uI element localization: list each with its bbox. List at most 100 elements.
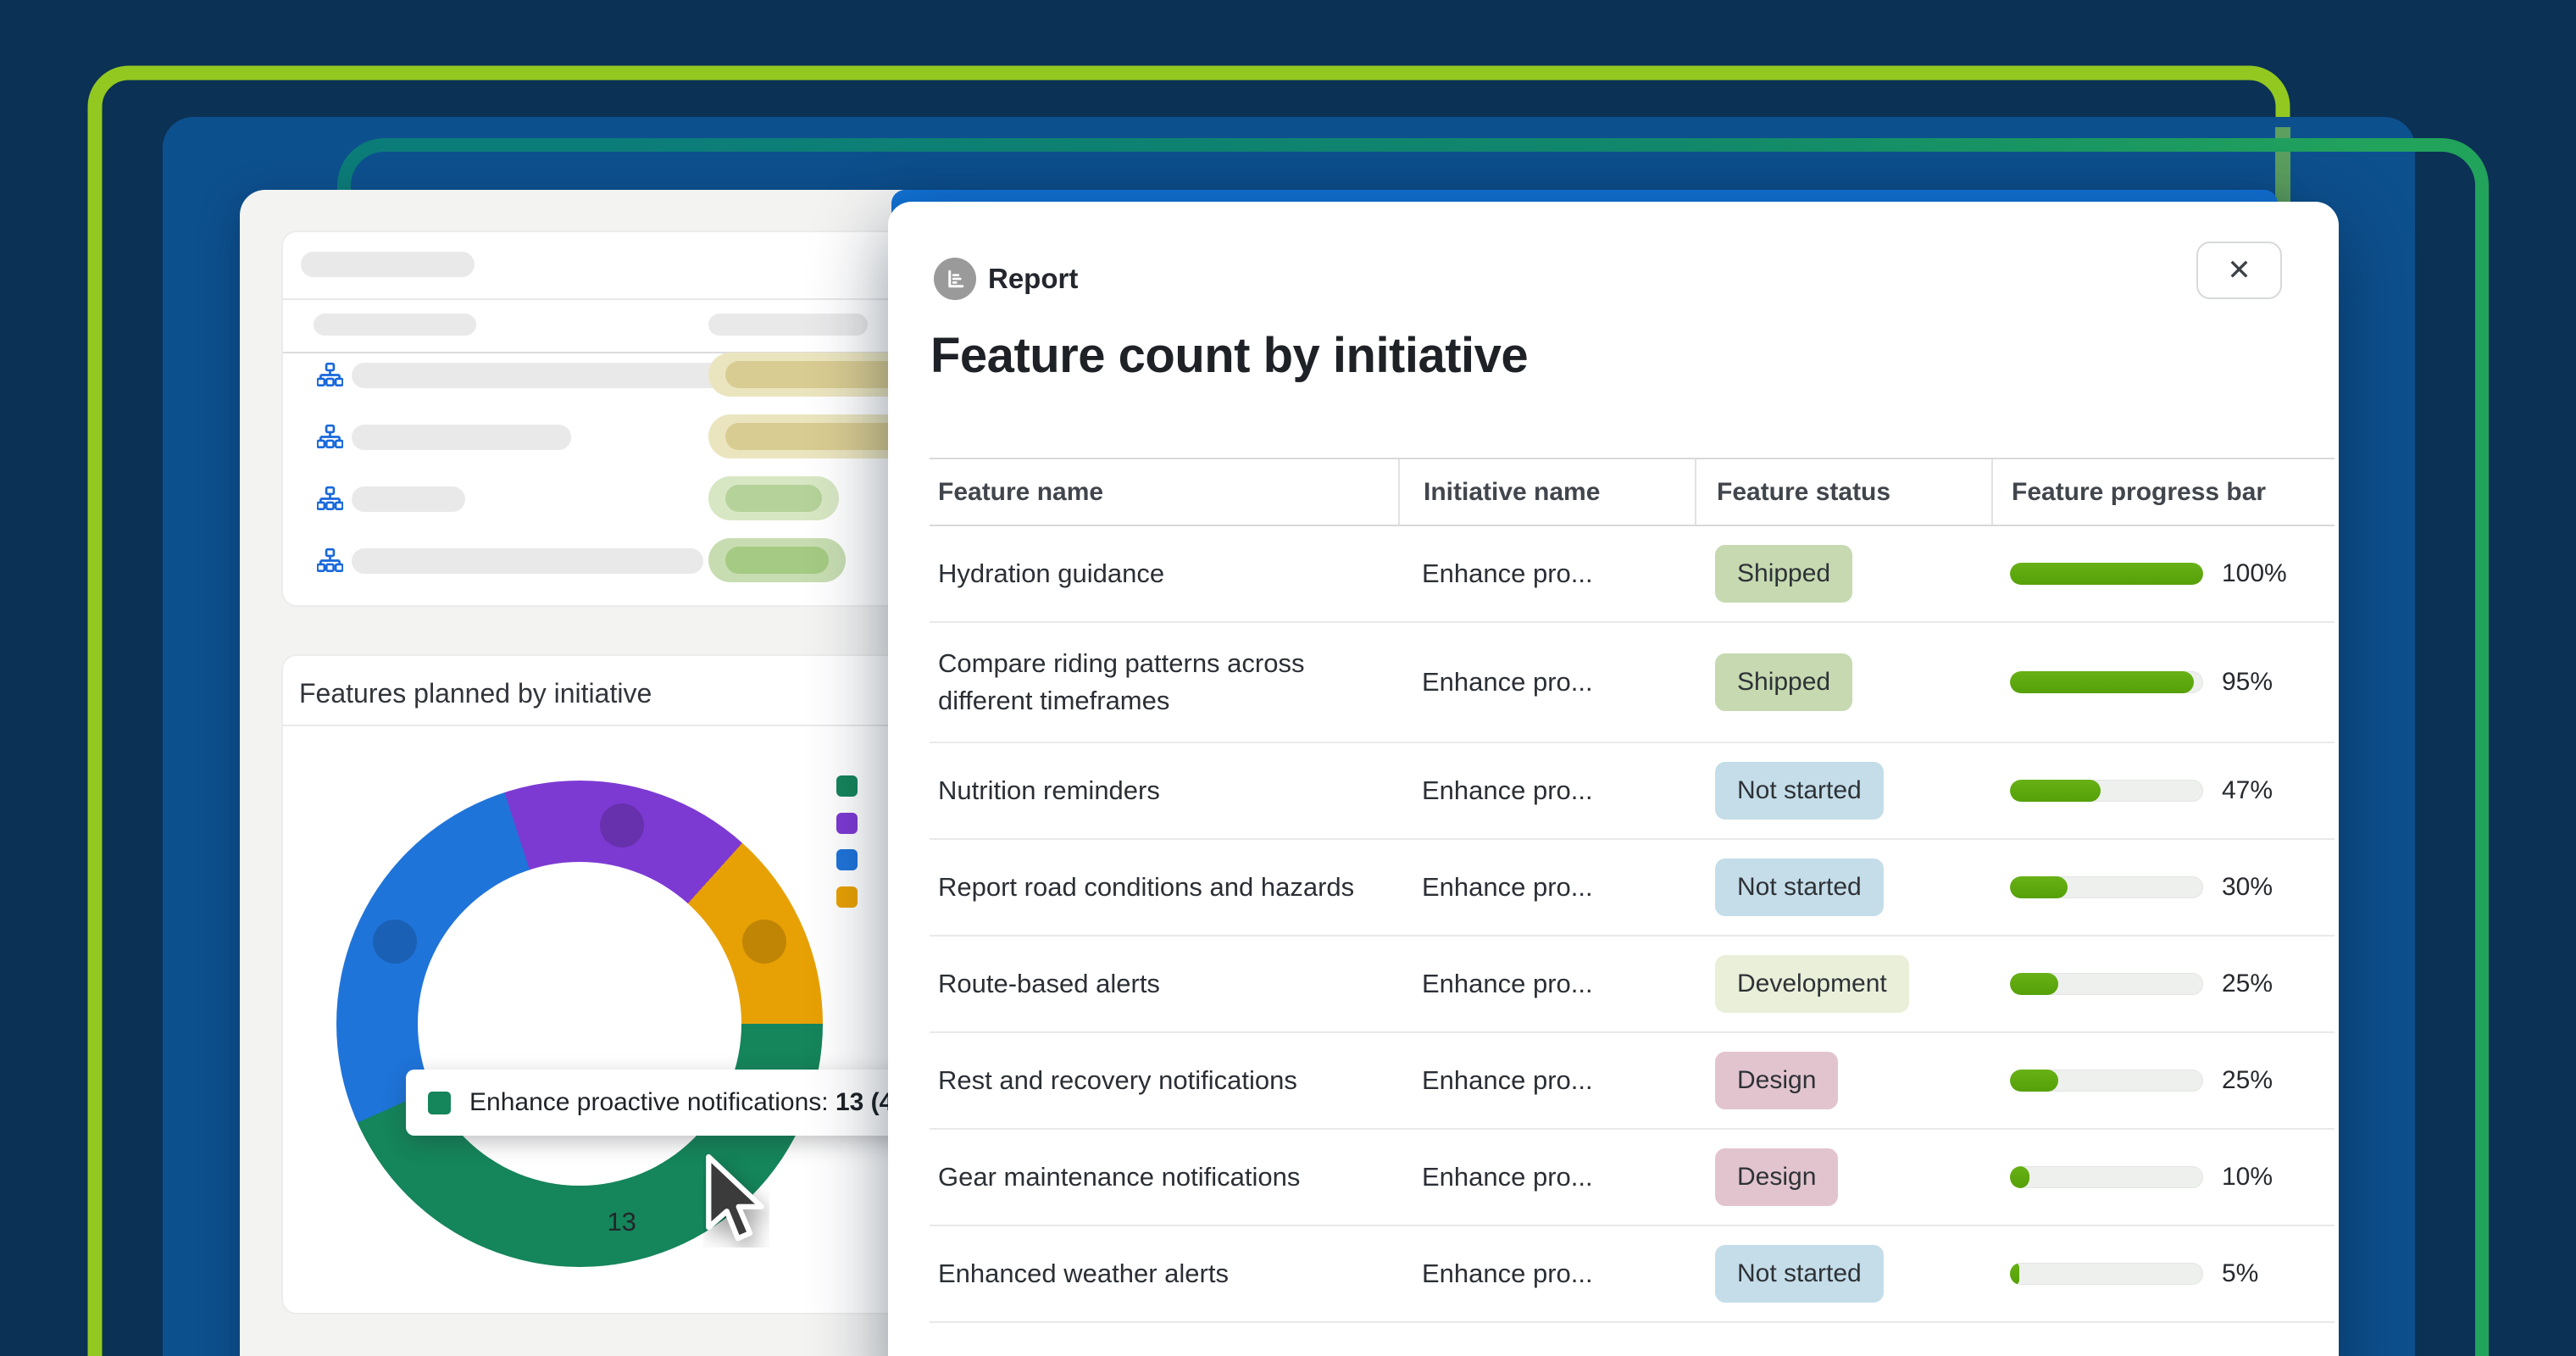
tooltip-value: 13 (4: [836, 1088, 893, 1116]
legend-swatch: [836, 849, 858, 870]
mouse-cursor-icon: [703, 1154, 769, 1248]
cell-feature-name: Gear maintenance notifications: [930, 1136, 1398, 1218]
report-title: Feature count by initiative: [930, 327, 1528, 384]
cell-feature-progress: 5%: [1991, 1255, 2334, 1292]
table-row[interactable]: Hydration guidanceEnhance pro... Shipped 1…: [930, 526, 2334, 623]
column-header-initiative-name[interactable]: Initiative name: [1398, 459, 1695, 525]
status-badge: Not started: [1715, 762, 1884, 820]
table-row[interactable]: Rest and recovery notificationsEnhance p…: [930, 1033, 2334, 1130]
cell-initiative-name: Enhance pro...: [1398, 555, 1695, 592]
progress-track: [2010, 671, 2203, 693]
segment-value-label: 13: [607, 1207, 636, 1237]
table-row[interactable]: Nutrition remindersEnhance pro... Not sta…: [930, 743, 2334, 840]
status-badge: Not started: [1715, 1245, 1884, 1303]
chart-tooltip: Enhance proactive notifications: 13 (4: [406, 1070, 962, 1136]
skeleton-table-card: [281, 231, 925, 607]
status-badge: Development: [1715, 955, 1909, 1013]
chart-card: Features planned by initiative 13: [281, 654, 925, 1314]
skeleton-row: [283, 468, 924, 530]
cell-initiative-name: Enhance pro...: [1398, 664, 1695, 701]
cell-feature-progress: 25%: [1991, 1062, 2334, 1099]
sitemap-icon: [317, 486, 343, 512]
column-header-feature-name[interactable]: Feature name: [930, 459, 1398, 525]
progress-fill: [2010, 876, 2068, 898]
cell-feature-name: Route-based alerts: [930, 943, 1398, 1025]
modal-kind-label: Report: [988, 263, 1078, 295]
progress-fill: [2010, 1263, 2019, 1285]
cell-feature-name: Report road conditions and hazards: [930, 847, 1398, 928]
cell-initiative-name: Enhance pro...: [1398, 772, 1695, 809]
progress-fill: [2010, 1070, 2058, 1092]
cell-feature-status: Shipped: [1695, 653, 1991, 711]
progress-percent: 95%: [2222, 664, 2273, 701]
progress-fill: [2010, 1166, 2029, 1188]
status-badge: Design: [1715, 1052, 1838, 1109]
skeleton-status-bar: [708, 476, 839, 520]
progress-track: [2010, 1166, 2203, 1188]
divider: [283, 298, 924, 300]
close-button[interactable]: ✕: [2196, 242, 2282, 299]
table-row[interactable]: Enhanced weather alertsEnhance pro... Not…: [930, 1226, 2334, 1323]
divider: [283, 725, 924, 726]
table-header-row: Feature name Initiative name Feature sta…: [930, 458, 2334, 526]
skeleton-row: [283, 406, 924, 468]
report-modal: Report ✕ Feature count by initiative Fea…: [888, 202, 2339, 1356]
progress-track: [2010, 876, 2203, 898]
table-row[interactable]: Route-based alertsEnhance pro... Developm…: [930, 936, 2334, 1033]
cell-initiative-name: Enhance pro...: [1398, 1255, 1695, 1292]
skeleton-status-bar: [708, 538, 846, 582]
cell-feature-status: Development: [1695, 955, 1991, 1013]
report-chart-icon: [942, 266, 968, 292]
skeleton-row: [283, 344, 924, 406]
report-table: Feature name Initiative name Feature sta…: [930, 458, 2334, 1323]
skeleton-row: [283, 530, 924, 592]
cell-feature-status: Not started: [1695, 859, 1991, 916]
progress-track: [2010, 1070, 2203, 1092]
marketing-composition: Features planned by initiative 13 Enhanc…: [0, 0, 2576, 1356]
progress-track: [2010, 563, 2203, 585]
status-badge: Shipped: [1715, 545, 1852, 603]
skeleton-colhead-pill: [314, 314, 476, 336]
status-badge: Not started: [1715, 859, 1884, 916]
column-header-feature-progress-bar[interactable]: Feature progress bar: [1991, 459, 2334, 525]
table-row[interactable]: Compare riding patterns across different…: [930, 623, 2334, 743]
cell-feature-name: Nutrition reminders: [930, 750, 1398, 831]
cell-feature-progress: 10%: [1991, 1159, 2334, 1196]
cell-feature-status: Shipped: [1695, 545, 1991, 603]
skeleton-colhead-pill: [708, 314, 868, 336]
tooltip-series-marker: [428, 1092, 451, 1114]
progress-fill: [2010, 671, 2194, 693]
skeleton-text-pill: [352, 486, 465, 512]
cell-feature-status: Not started: [1695, 762, 1991, 820]
column-header-feature-status[interactable]: Feature status: [1695, 459, 1991, 525]
cell-initiative-name: Enhance pro...: [1398, 1062, 1695, 1099]
cell-feature-progress: 47%: [1991, 772, 2334, 809]
status-badge: Design: [1715, 1148, 1838, 1206]
table-row[interactable]: Report road conditions and hazardsEnhanc…: [930, 840, 2334, 936]
cell-feature-name: Compare riding patterns across different…: [930, 623, 1398, 742]
cell-feature-progress: 100%: [1991, 555, 2334, 592]
segment-count-dot: [600, 803, 644, 848]
cell-initiative-name: Enhance pro...: [1398, 965, 1695, 1003]
lime-frame-muted-segment: [2275, 127, 2290, 208]
tooltip-label: Enhance proactive notifications:: [469, 1088, 836, 1116]
progress-percent: 100%: [2222, 555, 2287, 592]
skeleton-title-pill: [301, 252, 475, 277]
cell-feature-name: Hydration guidance: [930, 533, 1398, 614]
cell-feature-name: Enhanced weather alerts: [930, 1233, 1398, 1314]
table-body: Hydration guidanceEnhance pro...Shipped1…: [930, 526, 2334, 1323]
progress-percent: 25%: [2222, 965, 2273, 1003]
table-row[interactable]: Gear maintenance notificationsEnhance pr…: [930, 1130, 2334, 1226]
progress-track: [2010, 1263, 2203, 1285]
progress-track: [2010, 973, 2203, 995]
legend-swatch: [836, 775, 858, 797]
legend-swatch: [836, 813, 858, 834]
cell-initiative-name: Enhance pro...: [1398, 869, 1695, 906]
segment-count-dot: [742, 920, 786, 964]
report-avatar: [934, 258, 976, 300]
skeleton-text-pill: [352, 425, 571, 450]
cell-feature-progress: 95%: [1991, 664, 2334, 701]
progress-fill: [2010, 973, 2058, 995]
sitemap-icon: [317, 362, 343, 388]
skeleton-text-pill: [352, 548, 703, 574]
